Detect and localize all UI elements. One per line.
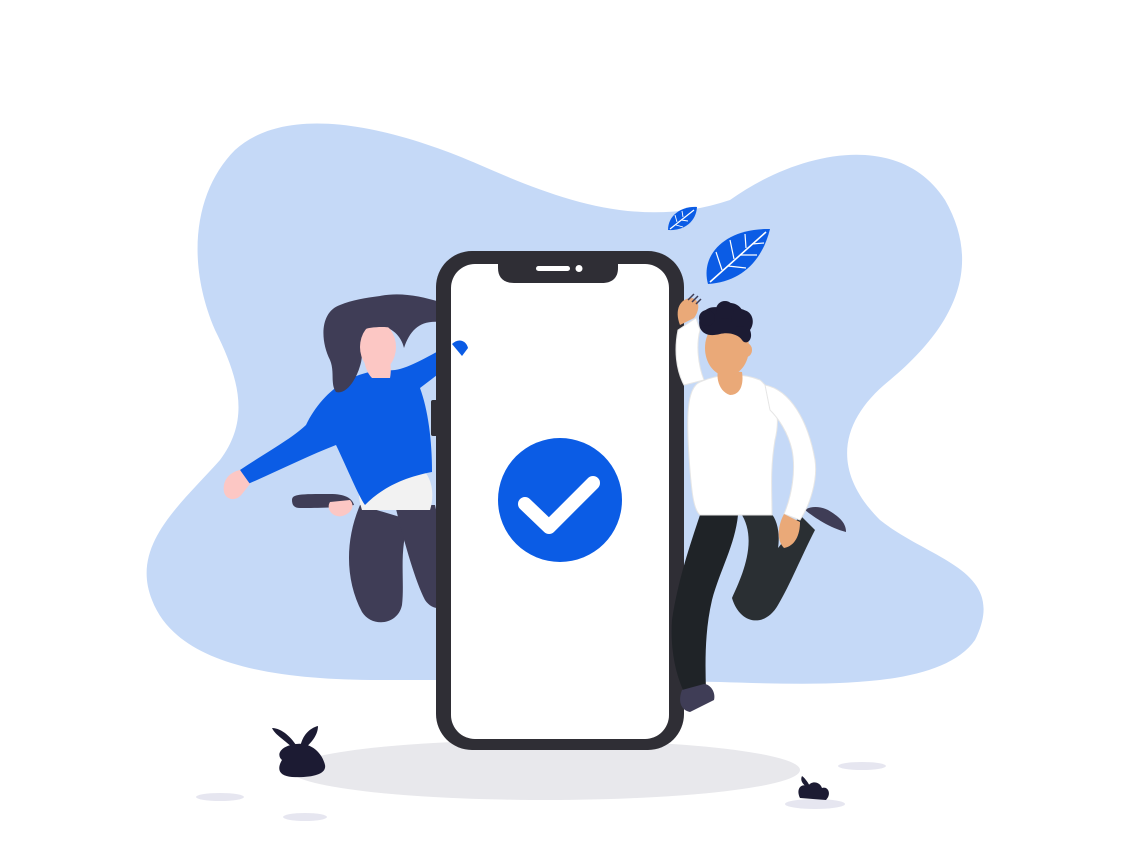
- phone-camera: [575, 265, 583, 272]
- check-circle-icon: [498, 438, 622, 562]
- ground-patch: [283, 813, 327, 821]
- ground-patch: [785, 799, 845, 809]
- plant-icon: [272, 726, 326, 778]
- ground-patch: [196, 793, 244, 801]
- plant-icon: [798, 776, 829, 800]
- ground-patch: [838, 762, 886, 770]
- illustration-scene: [146, 123, 984, 821]
- phone-speaker: [536, 266, 570, 271]
